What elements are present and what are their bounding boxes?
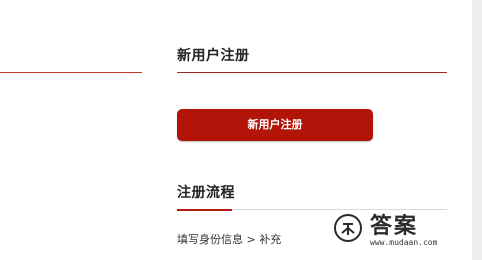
new-user-register-button[interactable]: 新用户注册 xyxy=(177,109,373,141)
register-flow-steps: 填写身份信息 > 补充 xyxy=(177,233,282,246)
watermark: 答案 www.mudaan.com xyxy=(328,206,482,256)
watermark-logo-icon xyxy=(334,214,362,242)
register-heading-divider xyxy=(177,72,447,73)
register-flow-heading: 注册流程 xyxy=(177,185,235,201)
watermark-url: www.mudaan.com xyxy=(370,238,438,247)
watermark-brand: 答案 xyxy=(370,214,419,239)
new-user-register-heading: 新用户注册 xyxy=(177,48,250,64)
left-section-divider xyxy=(0,72,142,73)
flow-heading-accent xyxy=(177,209,232,211)
